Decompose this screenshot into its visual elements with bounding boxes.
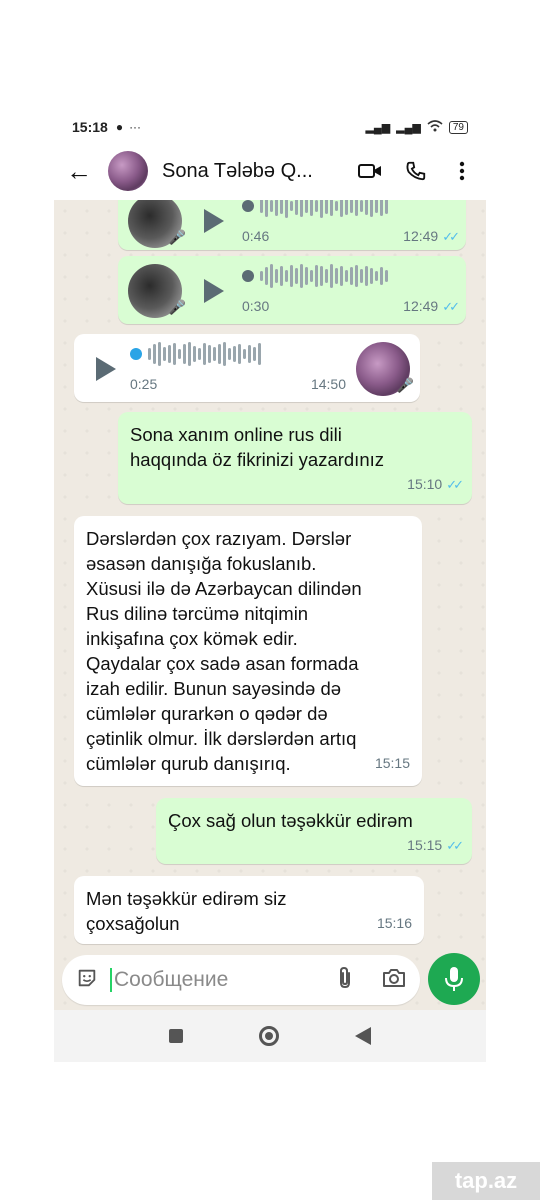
mic-icon: 🎤: [168, 298, 186, 315]
sender-avatar: 🎤: [128, 263, 186, 318]
chat-header: ← Sona Tələbə Q...: [54, 142, 486, 200]
contact-avatar[interactable]: [108, 151, 148, 191]
message-text: Çox sağ olun təşəkkür edirəm: [168, 810, 413, 831]
attach-icon[interactable]: [336, 966, 354, 995]
read-ticks-icon: ✓✓: [442, 229, 460, 244]
status-time: 15:18: [72, 119, 108, 135]
home-icon[interactable]: [259, 1026, 279, 1046]
more-notifications-icon: ···: [129, 120, 142, 134]
message-text: Mən təşəkkür edirəm siz: [86, 888, 287, 909]
voice-call-icon[interactable]: [404, 159, 428, 183]
message-time: 14:50: [310, 376, 346, 392]
message-out-2[interactable]: Çox sağ olun təşəkkür edirəm 15:15 ✓✓: [156, 798, 472, 864]
voice-message-in[interactable]: 0:25 14:50 🎤: [74, 334, 420, 402]
message-text: çətinlik olmur. İlk dərslərdən artıq: [86, 728, 357, 749]
emoji-sticker-icon[interactable]: [76, 967, 98, 994]
chat-area[interactable]: 🎤 0:46 12:49 ✓✓ 🎤 0:30 12:49 ✓✓ 0:25 14:…: [54, 200, 486, 1010]
play-icon[interactable]: [204, 278, 224, 303]
back-icon[interactable]: [355, 1027, 371, 1045]
sender-avatar: 🎤: [356, 341, 414, 396]
message-text: cümlələr qurarkən o qədər də: [86, 703, 328, 724]
signal-icon-2: ▂▄▆: [396, 121, 421, 134]
message-text: inkişafına çox kömək edir.: [86, 628, 298, 649]
message-out-1[interactable]: Sona xanım online rus dili haqqında öz f…: [118, 412, 472, 504]
message-time: 12:49: [403, 228, 439, 244]
chat-notification-icon: ●: [115, 120, 124, 134]
message-input[interactable]: Сообщение: [110, 968, 228, 992]
battery-icon: 79: [448, 120, 468, 134]
message-time: 15:16: [376, 915, 412, 931]
read-ticks-icon: ✓✓: [442, 299, 460, 314]
contact-name[interactable]: Sona Tələbə Q...: [162, 160, 332, 183]
voice-record-button[interactable]: [428, 953, 480, 1005]
recents-icon[interactable]: [169, 1029, 183, 1043]
message-text: əsasən danışığa fokuslanıb.: [86, 553, 317, 574]
sender-avatar: 🎤: [128, 200, 186, 248]
video-call-icon[interactable]: [358, 159, 382, 183]
waveform[interactable]: [242, 262, 456, 290]
more-options-icon[interactable]: [450, 159, 474, 183]
voice-message-out-1[interactable]: 🎤 0:46 12:49 ✓✓: [118, 200, 466, 250]
microphone-icon: [445, 967, 463, 991]
message-time: 12:49: [403, 298, 439, 314]
system-navigation-bar: [54, 1010, 486, 1062]
signal-icon: ▂▄▆: [365, 121, 391, 134]
message-text: Sona xanım online rus dili: [130, 424, 342, 445]
watermark: tap.az: [432, 1162, 540, 1200]
wifi-icon: [427, 119, 443, 135]
waveform[interactable]: [130, 340, 356, 368]
waveform[interactable]: [242, 200, 456, 220]
voice-message-out-2[interactable]: 🎤 0:30 12:49 ✓✓: [118, 256, 466, 324]
message-text: Qaydalar çox sadə asan formada: [86, 653, 359, 674]
message-text: cümlələr qurub danışırıq.: [86, 753, 291, 774]
message-time: 15:15: [407, 837, 443, 853]
mic-icon: 🎤: [396, 376, 414, 393]
message-time: 15:10: [407, 476, 443, 492]
camera-icon[interactable]: [382, 968, 406, 993]
read-ticks-icon: ✓✓: [446, 838, 464, 853]
play-icon[interactable]: [204, 208, 224, 233]
message-composer[interactable]: Сообщение: [62, 955, 420, 1005]
message-time: 15:15: [374, 755, 410, 771]
message-in-2[interactable]: Mən təşəkkür edirəm siz çoxsağolun 15:16: [74, 876, 424, 944]
message-text: izah edilir. Bunun sayəsində də: [86, 678, 342, 699]
message-text: Dərslərdən çox razıyam. Dərslər: [86, 528, 352, 549]
read-ticks-icon: ✓✓: [446, 477, 464, 492]
status-bar: 15:18 ● ··· ▂▄▆ ▂▄▆ 79: [54, 112, 486, 142]
voice-duration: 0:25: [130, 376, 158, 392]
mic-icon: 🎤: [168, 228, 186, 245]
message-text: çoxsağolun: [86, 913, 180, 934]
message-in-1[interactable]: Dərslərdən çox razıyam. Dərslər əsasən d…: [74, 516, 422, 786]
play-icon[interactable]: [96, 356, 116, 381]
voice-duration: 0:46: [242, 228, 270, 244]
voice-duration: 0:30: [242, 298, 270, 314]
message-text: haqqında öz fikrinizi yazardınız: [130, 449, 384, 470]
message-text: Xüsusi ilə də Azərbaycan dilindən: [86, 578, 362, 599]
message-text: Rus dilinə tərcümə nitqimin: [86, 603, 309, 624]
back-arrow-icon[interactable]: ←: [66, 156, 96, 187]
